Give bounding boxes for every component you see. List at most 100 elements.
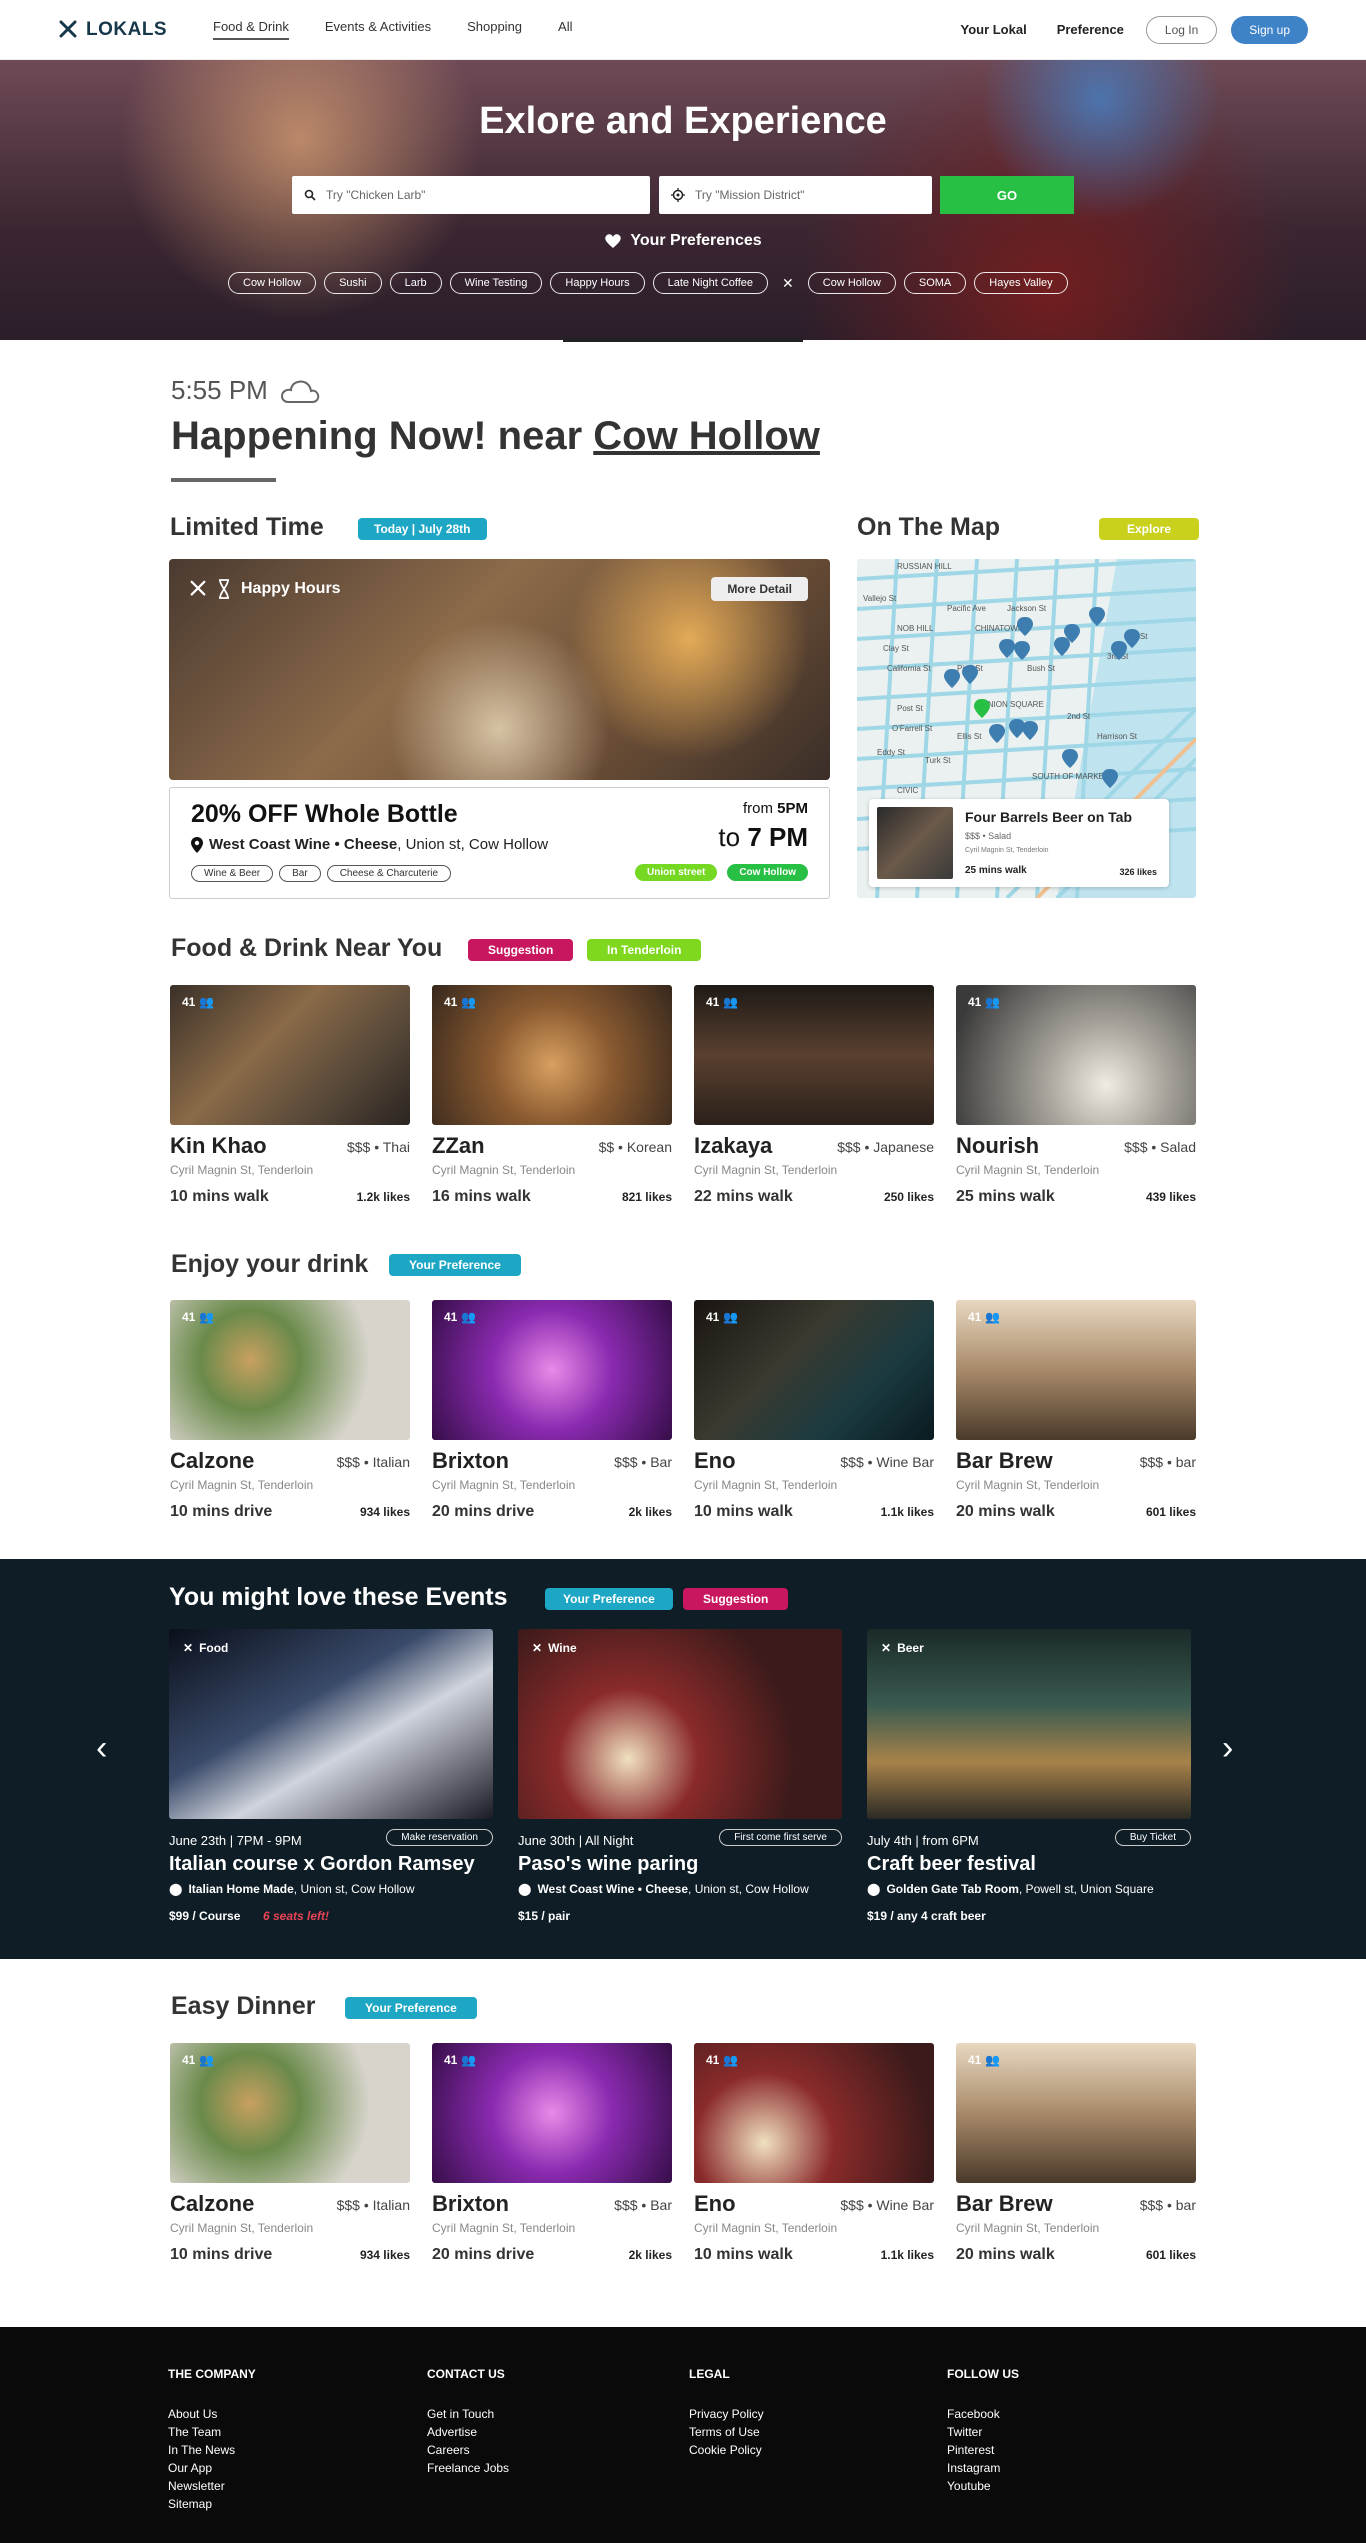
tag[interactable]: Cheese & Charcuterie [326, 865, 452, 882]
nav-link-shopping[interactable]: Shopping [467, 19, 522, 40]
place-card[interactable]: 41 👥 Kin Khao $$$ • Thai Cyril Magnin St,… [170, 985, 410, 1215]
footer-link[interactable]: The Team [168, 2423, 256, 2441]
buy-ticket-button[interactable]: Buy Ticket [1114, 1829, 1191, 1846]
logo[interactable]: LOKALS [58, 19, 213, 41]
footer-link[interactable]: Our App [168, 2459, 256, 2477]
search-input[interactable]: Try "Chicken Larb" [292, 176, 650, 214]
map[interactable]: RUSSIAN HILL Vallejo St Pacific Ave Jack… [857, 559, 1196, 898]
footer-link[interactable]: Get in Touch [427, 2405, 509, 2423]
event-venue[interactable]: Italian Home Made [188, 1882, 293, 1896]
more-detail-button[interactable]: More Detail [711, 577, 808, 601]
place-chip[interactable]: SOMA [903, 272, 967, 294]
tag[interactable]: Bar [279, 865, 321, 882]
place-name: Four Barrels Beer on Tab [965, 809, 1133, 825]
your-lokal-link[interactable]: Your Lokal [952, 22, 1034, 37]
people-icon: 👥 [723, 995, 739, 1009]
next-arrow-icon[interactable]: › [1222, 1729, 1233, 1768]
people-number: 41 [444, 1310, 458, 1324]
footer-link[interactable]: Terms of Use [689, 2423, 764, 2441]
place-likes: 250 likes [883, 1190, 934, 1204]
date-badge: Today | July 28th [358, 518, 487, 540]
footer-link[interactable]: Facebook [947, 2405, 1019, 2423]
footer-link[interactable]: Pinterest [947, 2441, 1019, 2459]
footer-link[interactable]: Privacy Policy [689, 2405, 764, 2423]
area-tag[interactable]: Union street [634, 864, 718, 881]
nav-link-all[interactable]: All [558, 19, 572, 40]
place-card[interactable]: 41 👥 Calzone $$$ • Italian Cyril Magnin S… [170, 1300, 410, 1530]
people-icon: 👥 [199, 1310, 215, 1324]
utensils-icon: ✕ [881, 1641, 892, 1655]
footer-link[interactable]: In The News [168, 2441, 256, 2459]
footer-heading: FOLLOW US [947, 2367, 1019, 2381]
place-address: Cyril Magnin St, Tenderloin [956, 1163, 1100, 1177]
place-card[interactable]: 41 👥 Nourish $$$ • Salad Cyril Magnin St,… [956, 985, 1196, 1215]
nav-link-food-drink[interactable]: Food & Drink [213, 19, 289, 40]
footer-link[interactable]: Twitter [947, 2423, 1019, 2441]
event-price: $99 / Course [169, 1909, 241, 1923]
footer-link[interactable]: Freelance Jobs [427, 2459, 509, 2477]
place-card[interactable]: 41 👥 Bar Brew $$$ • bar Cyril Magnin St, … [956, 1300, 1196, 1530]
event-type: ✕ Food [183, 1641, 228, 1655]
place-card[interactable]: 41 👥 Bar Brew $$$ • bar Cyril Magnin St, … [956, 2043, 1196, 2273]
location-input[interactable]: Try "Mission District" [659, 176, 932, 214]
footer-link[interactable]: Careers [427, 2441, 509, 2459]
explore-badge[interactable]: Explore [1099, 518, 1200, 540]
page: LOKALS Food & Drink Events & Activities … [0, 0, 1366, 2543]
place-category: $$$ • Salad [965, 831, 1012, 841]
event-venue[interactable]: Golden Gate Tab Room [886, 1882, 1018, 1896]
first-come-button[interactable]: First come first serve [719, 1829, 842, 1846]
chip[interactable]: Cow Hollow [228, 272, 317, 294]
place-likes: 821 likes [621, 1190, 672, 1204]
people-icon: 👥 [723, 1310, 739, 1324]
footer-link[interactable]: Advertise [427, 2423, 509, 2441]
place-card[interactable]: 41 👥 Calzone $$$ • Italian Cyril Magnin S… [170, 2043, 410, 2273]
event-title: Craft beer festival [867, 1853, 1036, 1875]
place-card[interactable]: 41 👥 Eno $$$ • Wine Bar Cyril Magnin St, … [694, 2043, 934, 2273]
footer-link[interactable]: Youtube [947, 2477, 1019, 2495]
clear-chips-icon[interactable]: ✕ [782, 275, 794, 292]
current-time: 5:55 PM [171, 375, 320, 406]
chip[interactable]: Wine Testing [449, 272, 543, 294]
event-card[interactable]: ✕ Food June 23th | 7PM - 9PM Make reserva… [169, 1629, 493, 1939]
limited-time-card[interactable]: Happy Hours More Detail 20% OFF Whole Bo… [169, 559, 830, 899]
footer-link[interactable]: Sitemap [168, 2495, 256, 2513]
footer-link[interactable]: About Us [168, 2405, 256, 2423]
event-venue[interactable]: West Coast Wine • Cheese [537, 1882, 688, 1896]
event-address: , Union st, Cow Hollow [688, 1882, 809, 1896]
place-likes: 934 likes [359, 1505, 410, 1519]
footer-link[interactable]: Cookie Policy [689, 2441, 764, 2459]
make-reservation-button[interactable]: Make reservation [386, 1829, 493, 1846]
place-card[interactable]: 41 👥 Brixton $$$ • Bar Cyril Magnin St, T… [432, 1300, 672, 1530]
footer-link[interactable]: Newsletter [168, 2477, 256, 2495]
place-card[interactable]: 41 👥 Eno $$$ • Wine Bar Cyril Magnin St, … [694, 1300, 934, 1530]
nav-link-events[interactable]: Events & Activities [325, 19, 431, 40]
event-card[interactable]: ✕ Beer July 4th | from 6PM Buy Ticket Cra… [867, 1629, 1191, 1939]
preference-badge: Your Preference [545, 1588, 673, 1610]
suggestion-badge: Suggestion [683, 1588, 789, 1610]
offer-venue[interactable]: West Coast Wine • Cheese [209, 836, 397, 853]
chip[interactable]: Sushi [324, 272, 382, 294]
area-tag[interactable]: Cow Hollow [727, 864, 808, 881]
tag[interactable]: Wine & Beer [191, 865, 274, 882]
prev-arrow-icon[interactable]: ‹ [96, 1729, 107, 1768]
people-icon: 👥 [461, 995, 477, 1009]
chip[interactable]: Larb [389, 272, 442, 294]
chip[interactable]: Happy Hours [550, 272, 645, 294]
preference-link[interactable]: Preference [1049, 22, 1132, 37]
signup-button[interactable]: Sign up [1231, 15, 1308, 44]
event-card[interactable]: ✕ Wine June 30th | All Night First come f… [518, 1629, 842, 1939]
place-card[interactable]: 41 👥 Brixton $$$ • Bar Cyril Magnin St, T… [432, 2043, 672, 2273]
happening-place-link[interactable]: Cow Hollow [593, 414, 820, 458]
place-chip[interactable]: Hayes Valley [974, 272, 1068, 294]
place-card[interactable]: 41 👥 Izakaya $$$ • Japanese Cyril Magnin … [694, 985, 934, 1215]
chip[interactable]: Late Night Coffee [652, 272, 769, 294]
footer-link[interactable]: Instagram [947, 2459, 1019, 2477]
footer-heading: LEGAL [689, 2367, 730, 2381]
people-count: 41 👥 [182, 2053, 214, 2067]
login-button[interactable]: Log In [1145, 15, 1218, 44]
place-card[interactable]: 41 👥 ZZan $$ • Korean Cyril Magnin St, Te… [432, 985, 672, 1215]
go-button[interactable]: GO [940, 176, 1074, 214]
place-distance: 10 mins drive [170, 2246, 273, 2263]
map-place-card[interactable]: Four Barrels Beer on Tab $$$ • Salad Cyr… [869, 799, 1169, 887]
place-chip[interactable]: Cow Hollow [807, 272, 896, 294]
